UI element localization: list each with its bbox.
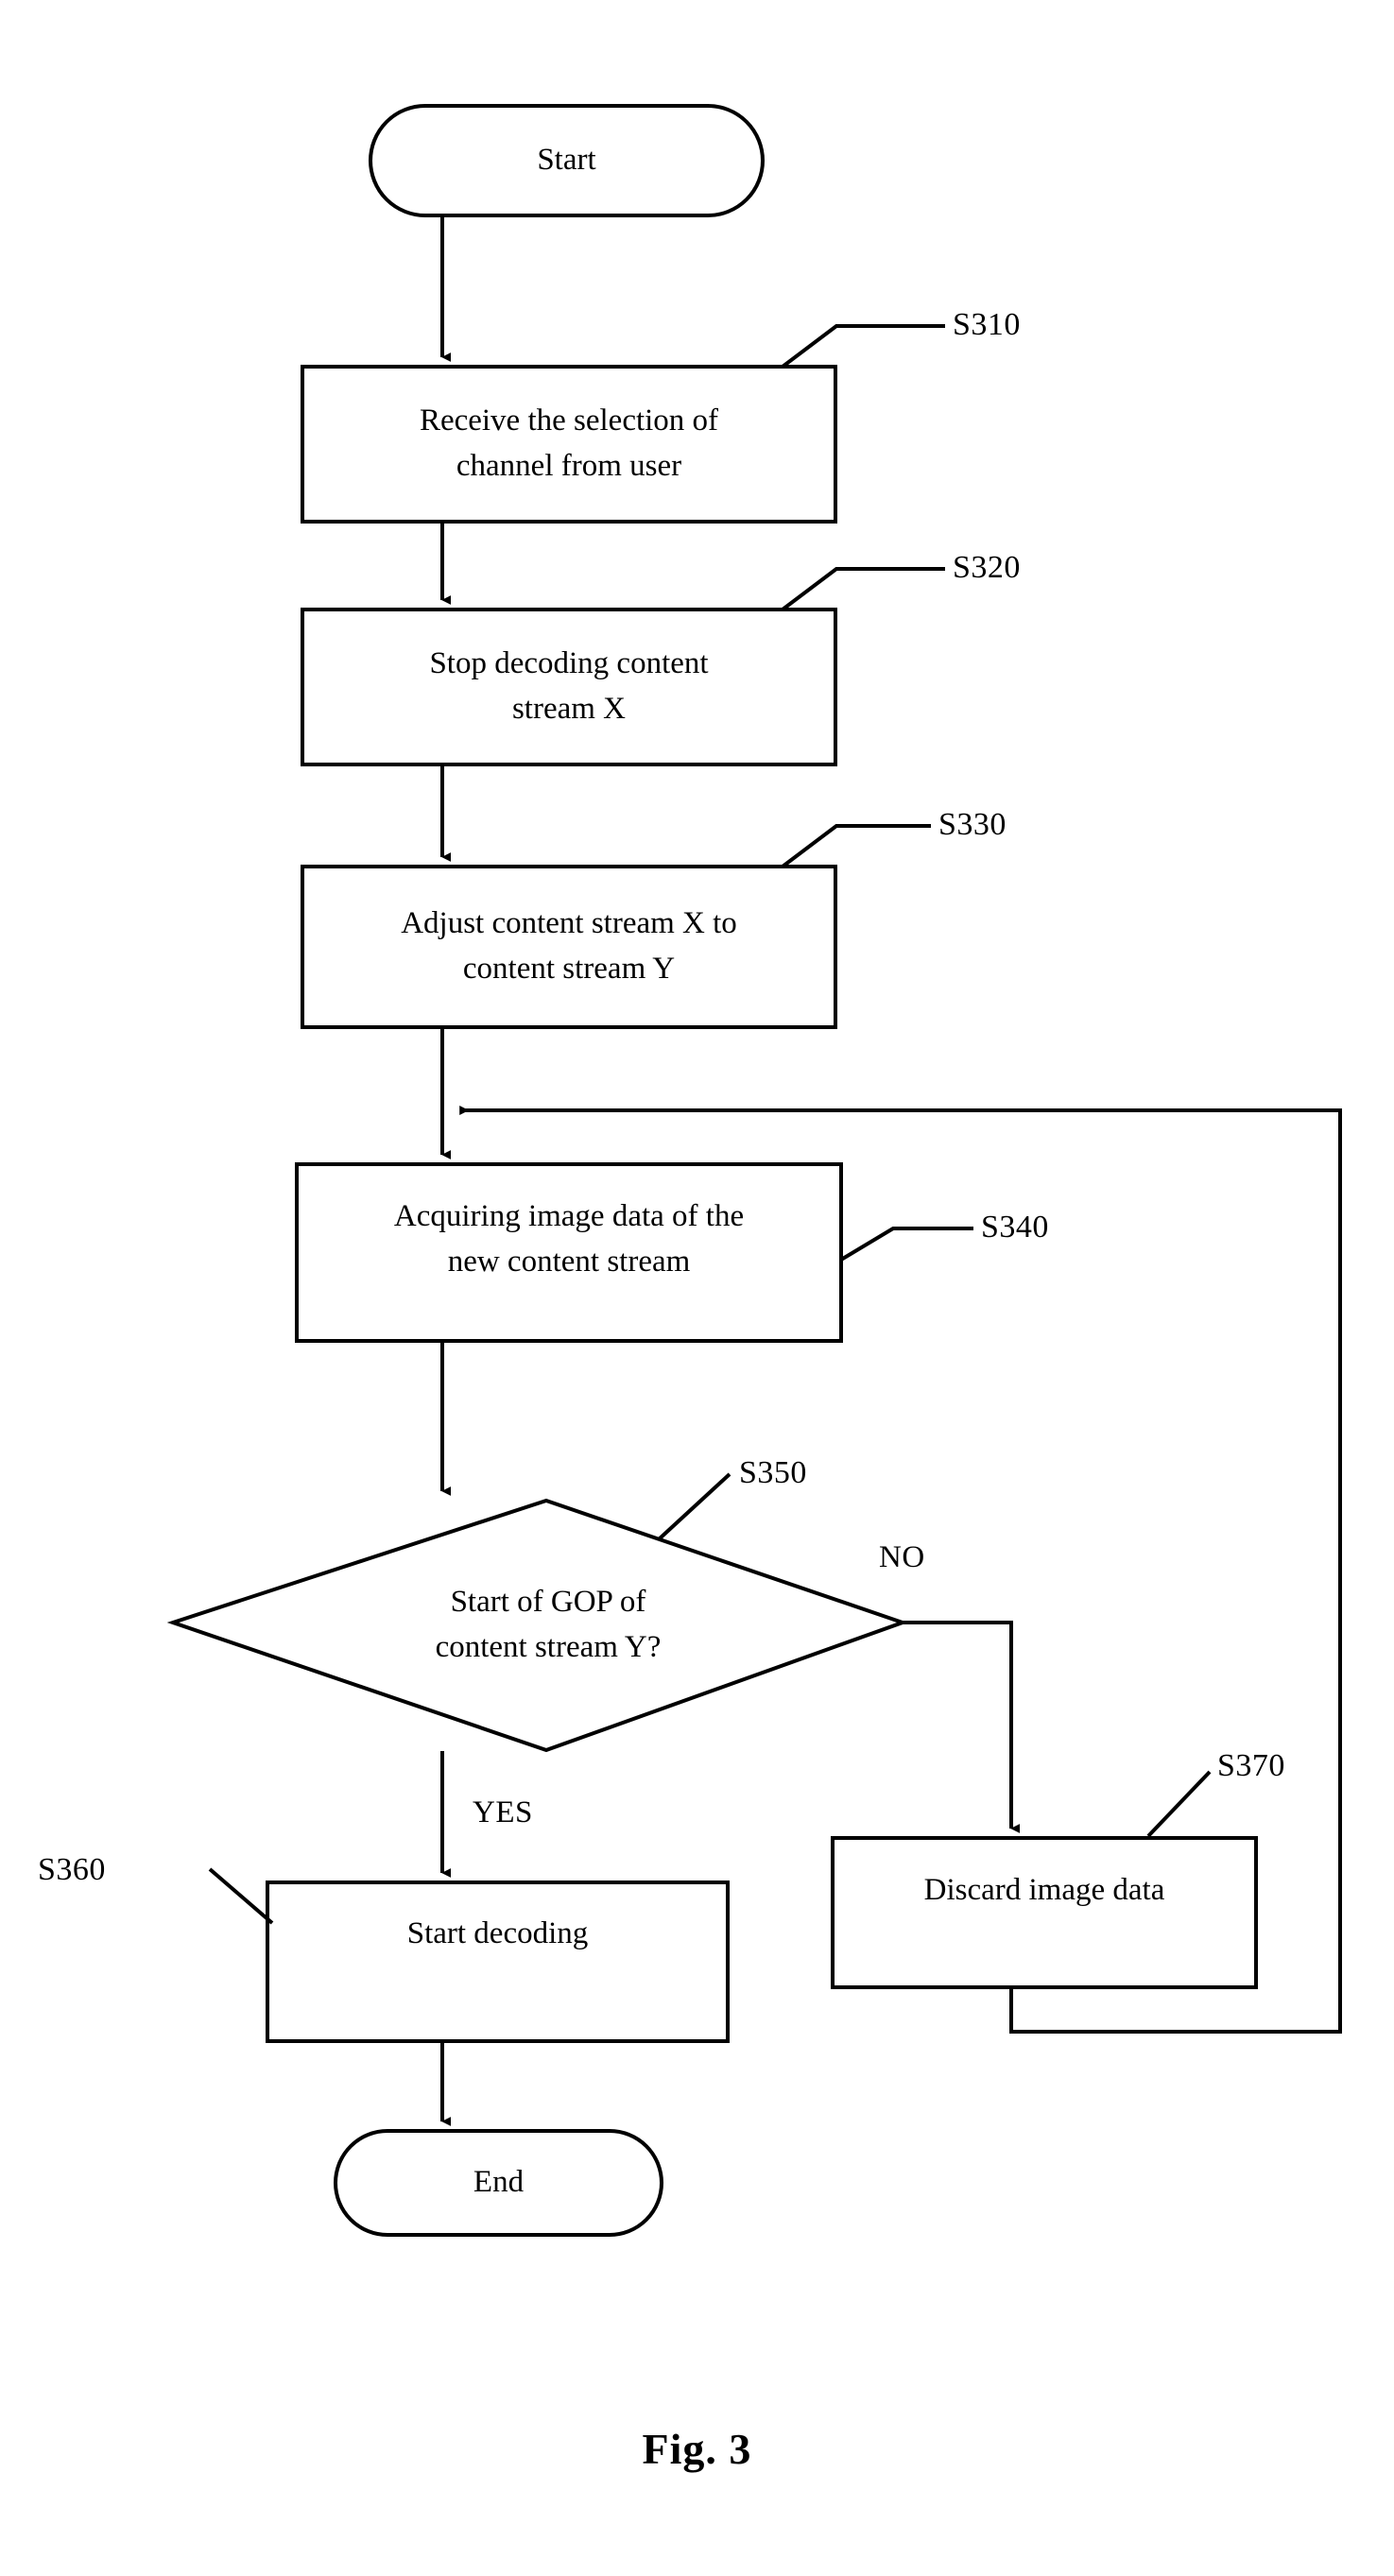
step-tag-s330: S330 bbox=[938, 807, 1007, 842]
node-s330-shape bbox=[301, 865, 837, 1029]
node-s360-shape bbox=[266, 1880, 730, 2043]
node-end-shape bbox=[334, 2129, 663, 2237]
step-tag-s350: S350 bbox=[739, 1455, 807, 1490]
branch-label-yes: YES bbox=[473, 1795, 533, 1829]
leader-line-s350-path bbox=[657, 1472, 731, 1541]
leader-line-s360 bbox=[208, 1867, 274, 1925]
flowchart-canvas bbox=[166, 104, 1342, 2237]
flowchart-figure: Start Receive the selection of channel f… bbox=[0, 0, 1394, 2576]
branch-label-no: NO bbox=[879, 1540, 925, 1574]
leader-line-s310 bbox=[781, 324, 945, 369]
node-s370-shape bbox=[831, 1836, 1258, 1989]
leader-line-s330 bbox=[781, 824, 931, 868]
leader-line-s370 bbox=[1146, 1770, 1212, 1838]
node-s320-shape bbox=[301, 608, 837, 766]
node-s350-shape bbox=[166, 1498, 909, 1753]
step-tag-s360: S360 bbox=[38, 1852, 106, 1887]
node-s340-shape bbox=[295, 1162, 843, 1343]
step-tag-s310: S310 bbox=[953, 307, 1021, 342]
step-tag-s340: S340 bbox=[981, 1210, 1049, 1245]
leader-line-s320 bbox=[781, 567, 945, 611]
step-tag-s320: S320 bbox=[953, 550, 1021, 585]
leader-line-s340 bbox=[839, 1227, 973, 1262]
connector-s350-no-to-s370 bbox=[903, 1621, 1021, 1833]
figure-caption: Fig. 3 bbox=[642, 2425, 752, 2473]
step-tag-s370: S370 bbox=[1217, 1748, 1285, 1783]
node-s310-shape bbox=[301, 365, 837, 524]
node-start-shape bbox=[369, 104, 765, 217]
